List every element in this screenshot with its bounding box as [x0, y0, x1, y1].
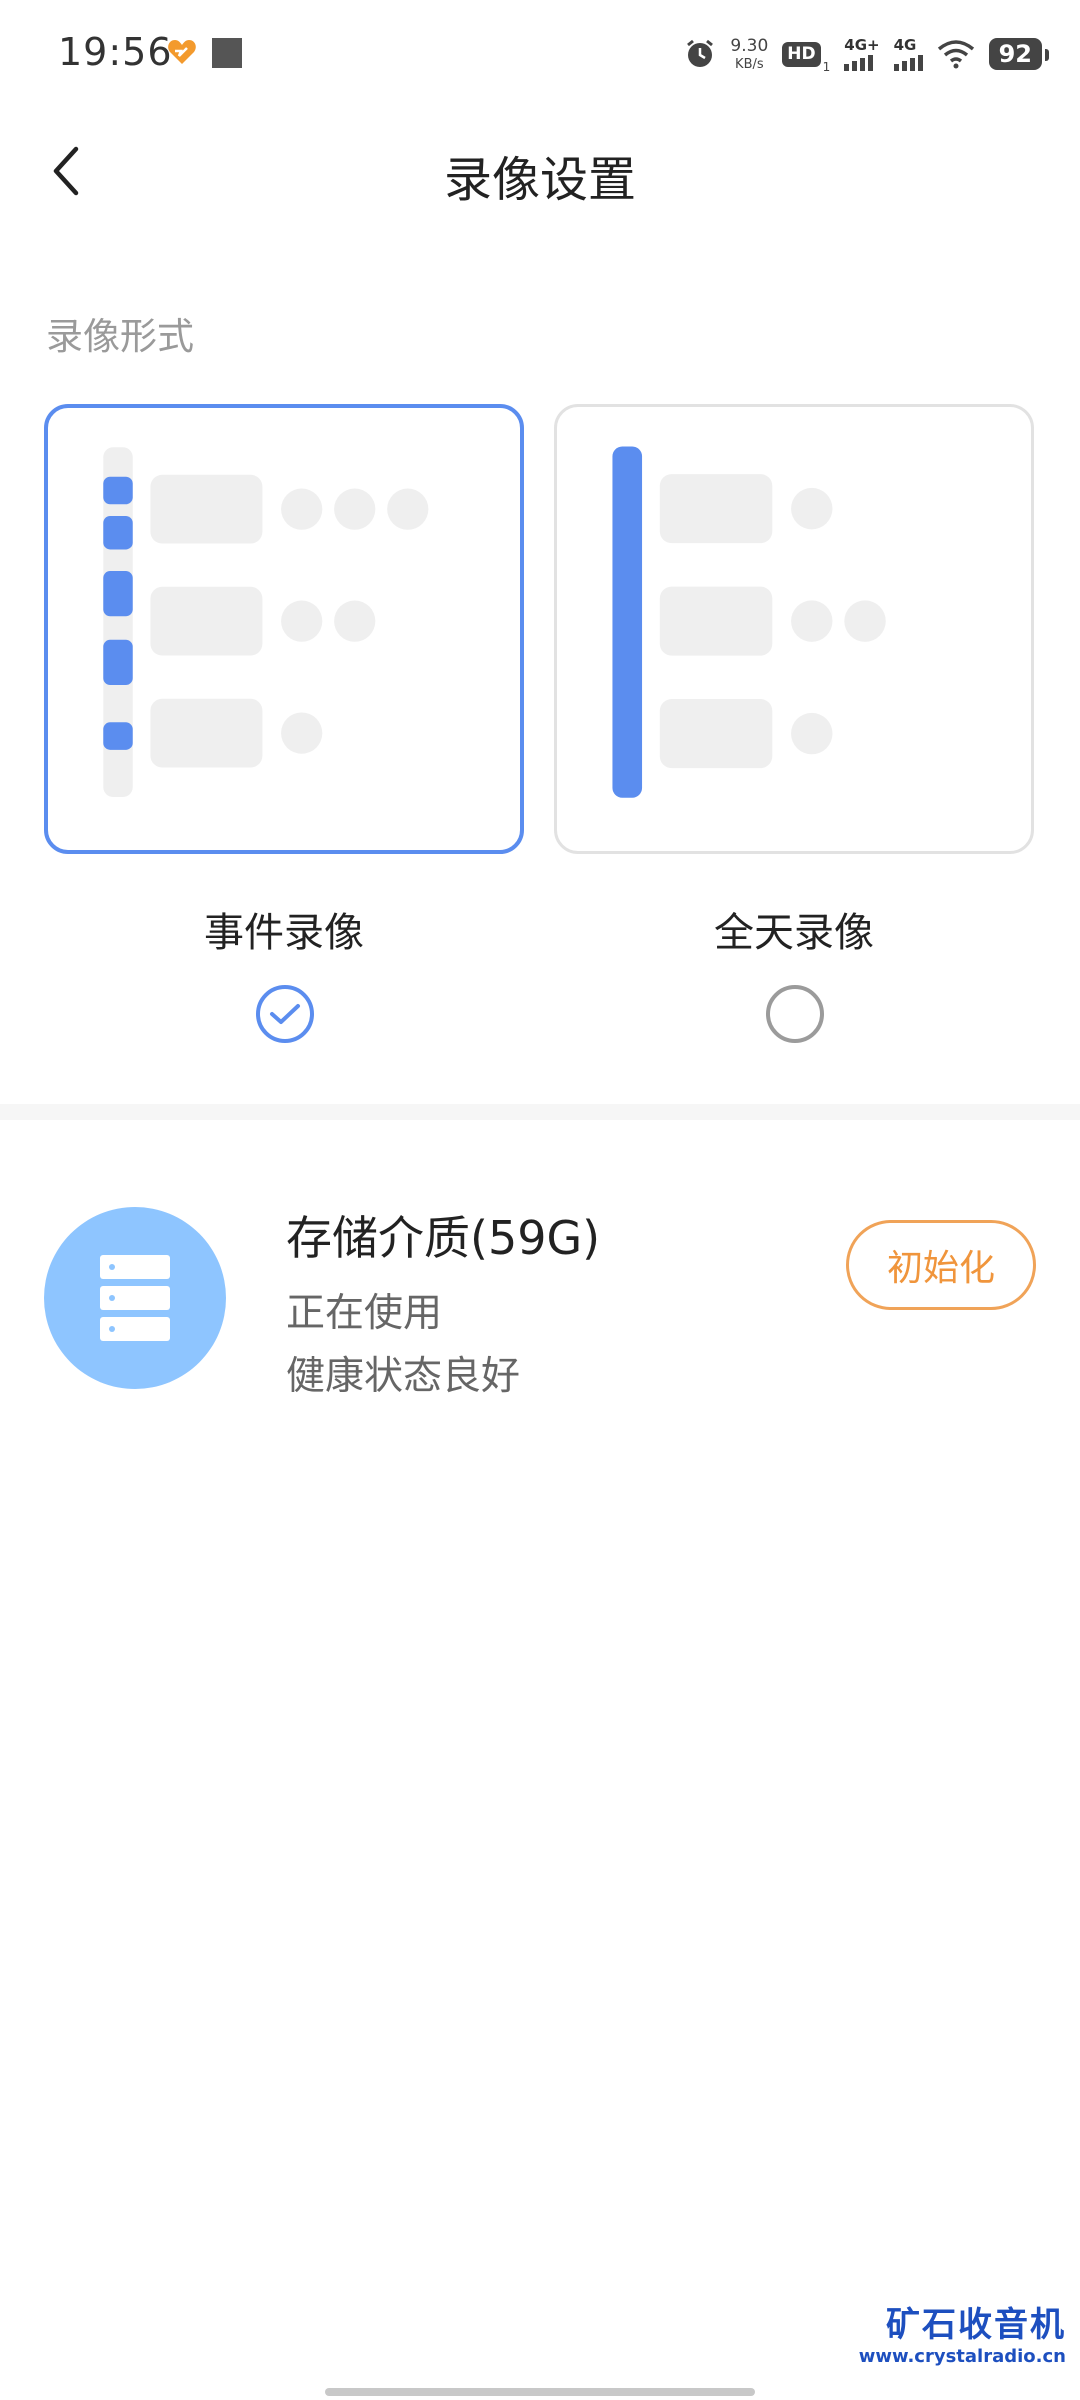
net-speed-value: 9.30 [730, 35, 769, 56]
full-day-recording-radio[interactable] [766, 985, 824, 1043]
storage-server-icon [44, 1207, 226, 1389]
event-recording-radio[interactable] [256, 985, 314, 1043]
storage-health: 健康状态良好 [286, 1354, 521, 1399]
recording-mode-section-label: 录像形式 [46, 315, 194, 358]
status-right-cluster: 9.30 KB/s HD 1 4G+ 4G 92 [684, 34, 1050, 74]
screen: 19:56 9.30 KB/s HD 1 4G+ 4G 92 录像设置 录像形式… [0, 0, 1080, 2400]
battery-indicator: 92 [988, 37, 1050, 71]
full-day-recording-label: 全天录像 [714, 910, 874, 956]
signal-bars-icon [893, 54, 923, 71]
status-time: 19:56 [58, 30, 173, 74]
initialize-button[interactable]: 初始化 [846, 1220, 1036, 1310]
wifi-icon [937, 40, 974, 69]
server-stack-icon [100, 1255, 170, 1341]
status-bar: 19:56 9.30 KB/s HD 1 4G+ 4G 92 [0, 0, 1080, 110]
net-speed: 9.30 KB/s [730, 35, 769, 72]
heart-icon [168, 40, 196, 64]
event-recording-label: 事件录像 [204, 910, 364, 956]
net-speed-unit: KB/s [735, 56, 764, 72]
home-indicator[interactable] [325, 2388, 755, 2396]
watermark: 矿石收音机 www.crystalradio.cn [859, 2308, 1066, 2366]
notification-square-icon [212, 38, 242, 68]
hd-badge-sub: 1 [822, 60, 831, 74]
storage-status: 正在使用 [286, 1291, 443, 1336]
checkmark-icon [270, 1004, 300, 1024]
full-day-recording-illustration [612, 446, 886, 798]
title-bar: 录像设置 [0, 120, 1080, 220]
sim1-network-type: 4G+ [844, 35, 880, 54]
sim2-network-type: 4G [893, 35, 917, 54]
watermark-brand: 矿石收音机 [886, 2305, 1066, 2345]
sim2-signal: 4G [893, 35, 923, 71]
event-recording-card[interactable] [44, 404, 524, 854]
section-divider [0, 1104, 1080, 1120]
full-day-recording-card[interactable] [554, 404, 1034, 854]
alarm-icon [687, 39, 714, 67]
event-recording-illustration [103, 447, 429, 797]
hd-badge: HD [782, 41, 821, 67]
page-title: 录像设置 [443, 152, 636, 208]
watermark-url: www.crystalradio.cn [858, 2346, 1066, 2367]
signal-bars-icon [844, 54, 874, 71]
sim1-signal: 4G+ [844, 35, 880, 71]
storage-title: 存储介质(59G) [286, 1211, 601, 1265]
